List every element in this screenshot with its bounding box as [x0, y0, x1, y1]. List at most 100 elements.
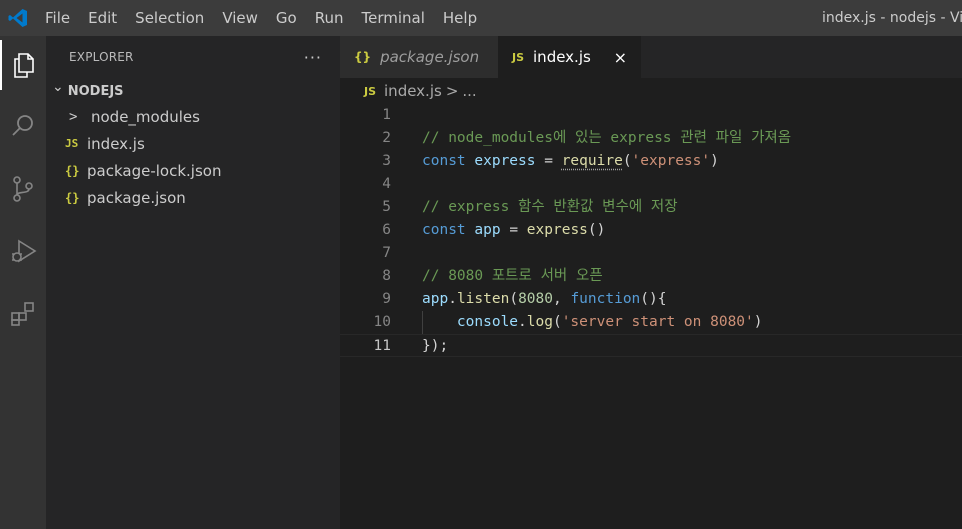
breadcrumb-file[interactable]: index.js [384, 82, 442, 100]
code-text: const app = express() [422, 219, 605, 242]
line-number: 7 [382, 245, 391, 261]
line-number: 2 [382, 130, 391, 146]
code-line: 4 [340, 173, 962, 196]
code-token: ) [753, 314, 763, 330]
close-icon[interactable]: × [614, 48, 627, 67]
line-number: 5 [382, 199, 391, 215]
menu-item-view[interactable]: View [213, 0, 267, 36]
line-number: 9 [382, 291, 391, 307]
code-token: const [422, 222, 466, 238]
tree-item-node_modules[interactable]: > node_modules [46, 103, 340, 130]
explorer-icon[interactable] [0, 40, 46, 90]
code-token: ) [710, 153, 719, 169]
tab-package-json[interactable]: {} package.json [340, 36, 498, 78]
extensions-icon[interactable] [0, 289, 46, 339]
menu-item-selection[interactable]: Selection [126, 0, 213, 36]
code-token: // 8080 포트로 서버 오픈 [422, 268, 603, 284]
line-number: 11 [373, 338, 391, 354]
code-token: express [526, 222, 588, 238]
code-token: express [474, 153, 536, 169]
tree-item-package-json[interactable]: {} package.json [46, 184, 340, 211]
code-line: 8 // 8080 포트로 서버 오픈 [340, 265, 962, 288]
editor-tabs: {} package.json JS index.js × [340, 36, 962, 78]
code-token: . [448, 291, 457, 307]
code-token: log [526, 314, 553, 330]
code-token: listen [456, 291, 510, 307]
sidebar-title: EXPLORER [69, 50, 134, 64]
tab-label: package.json [380, 48, 480, 66]
code-token: const [422, 153, 466, 169]
js-file-icon: JS [65, 137, 79, 150]
run-debug-icon[interactable] [0, 226, 46, 276]
code-token: . [518, 314, 527, 330]
menu-item-edit[interactable]: Edit [79, 0, 126, 36]
code-token: = [500, 222, 527, 238]
window-title: index.js - nodejs - Vis [822, 10, 962, 26]
menu-item-go[interactable]: Go [267, 0, 306, 36]
menu-item-file[interactable]: File [36, 0, 79, 36]
code-token: app [422, 291, 449, 307]
code-text: console.log('server start on 8080') [422, 311, 763, 334]
code-text: // node_modules에 있는 express 관련 파일 가져옴 [422, 127, 791, 150]
code-line: 10 console.log('server start on 8080') [340, 311, 962, 334]
code-token: app [474, 222, 501, 238]
menu-bar: File Edit Selection View Go Run Terminal Help [36, 0, 486, 36]
menu-item-help[interactable]: Help [434, 0, 486, 36]
code-token: 'express' [631, 153, 711, 169]
code-editor[interactable]: 1 2 // node_modules에 있는 express 관련 파일 가져옴 3… [340, 104, 962, 529]
search-icon[interactable] [0, 101, 46, 151]
code-line: 9 app.listen(8080, function(){ [340, 288, 962, 311]
title-bar: File Edit Selection View Go Run Terminal Help i… [0, 0, 962, 36]
code-line: 1 [340, 104, 962, 127]
code-text: const express = require('express') [422, 150, 719, 173]
code-token: 8080 [518, 291, 553, 307]
folder-nodejs[interactable]: ⌄ NODEJS [46, 79, 340, 103]
line-number: 3 [382, 153, 391, 169]
code-line: 7 [340, 242, 962, 265]
line-number: 10 [373, 314, 391, 330]
tree-item-index-js[interactable]: JS index.js [46, 130, 340, 157]
vscode-logo-icon [0, 0, 36, 36]
code-line: 3 const express = require('express') [340, 150, 962, 173]
breadcrumb-separator: > [445, 82, 459, 100]
menu-item-run[interactable]: Run [306, 0, 353, 36]
code-line: 5 // express 함수 반환값 변수에 저장 [340, 196, 962, 219]
line-number: 4 [382, 176, 391, 192]
code-token: function [570, 291, 641, 307]
tree-item-label: package.json [87, 188, 186, 207]
code-token: // express 함수 반환값 변수에 저장 [422, 199, 678, 215]
json-file-icon: {} [65, 190, 80, 205]
code-token: console [456, 314, 519, 330]
tree-item-package-lock-json[interactable]: {} package-lock.json [46, 157, 340, 184]
code-token: () [587, 222, 606, 238]
code-token: ( [509, 291, 519, 307]
code-token: // node_modules에 있는 express 관련 파일 가져옴 [422, 130, 792, 146]
tab-label: index.js [533, 48, 591, 66]
tree-item-label: package-lock.json [87, 161, 222, 180]
menu-item-terminal[interactable]: Terminal [353, 0, 434, 36]
more-actions-icon[interactable]: ··· [304, 48, 322, 67]
tree-item-label: node_modules [91, 107, 200, 126]
js-file-icon: JS [364, 84, 377, 98]
file-tree: > node_modules JS index.js {} package-lock.js… [46, 103, 340, 211]
sidebar-header: EXPLORER ··· [46, 36, 340, 78]
chevron-right-icon: > [69, 108, 78, 125]
code-token: , [552, 291, 571, 307]
line-number: 6 [382, 222, 391, 238]
code-text: }); [422, 335, 448, 358]
breadcrumb: JS index.js > ... [340, 78, 962, 104]
code-line: 11}); [340, 334, 962, 357]
tree-item-label: index.js [87, 134, 145, 153]
breadcrumb-more[interactable]: ... [462, 82, 476, 100]
folder-title: NODEJS [67, 83, 124, 99]
code-text: app.listen(8080, function(){ [422, 288, 667, 311]
code-token: }); [422, 338, 449, 354]
code-token: = [535, 153, 562, 169]
explorer-sidebar: EXPLORER ··· ⌄ NODEJS > node_modules JS ind… [46, 36, 340, 529]
source-control-icon[interactable] [0, 164, 46, 214]
code-text: // 8080 포트로 서버 오픈 [422, 265, 603, 288]
code-token: 'server start on 8080' [561, 314, 754, 330]
tab-index-js[interactable]: JS index.js × [498, 36, 641, 78]
code-token: ( [622, 153, 632, 169]
